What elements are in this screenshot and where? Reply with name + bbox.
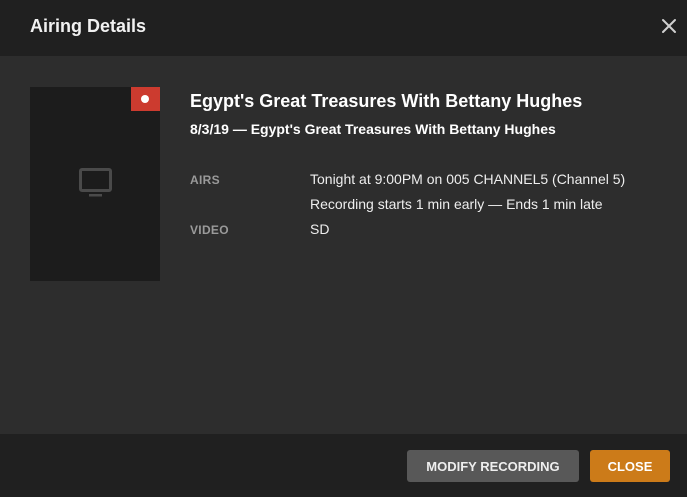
record-dot: [141, 95, 149, 103]
airs-value: Tonight at 9:00PM on 005 CHANNEL5 (Chann…: [310, 171, 626, 187]
modify-recording-button[interactable]: MODIFY RECORDING: [407, 450, 579, 482]
video-value: SD: [310, 221, 330, 237]
dialog-body: Egypt's Great Treasures With Bettany Hug…: [0, 56, 687, 434]
close-button[interactable]: CLOSE: [590, 450, 670, 482]
dialog-header: Airing Details: [0, 0, 687, 56]
close-icon[interactable]: [657, 14, 681, 38]
video-label: VIDEO: [190, 223, 229, 237]
airs-label: AIRS: [190, 173, 220, 187]
record-icon: [131, 87, 160, 111]
tv-icon: [79, 168, 112, 203]
airing-details-dialog: Airing Details Egypt's Great Treasures W…: [0, 0, 687, 497]
recording-padding-value: Recording starts 1 min early — Ends 1 mi…: [310, 196, 603, 212]
dialog-footer: MODIFY RECORDING CLOSE: [0, 434, 687, 497]
episode-title: 8/3/19 — Egypt's Great Treasures With Be…: [190, 121, 556, 137]
dialog-title: Airing Details: [30, 16, 147, 36]
show-title: Egypt's Great Treasures With Bettany Hug…: [190, 91, 583, 111]
poster-placeholder: [30, 87, 160, 281]
